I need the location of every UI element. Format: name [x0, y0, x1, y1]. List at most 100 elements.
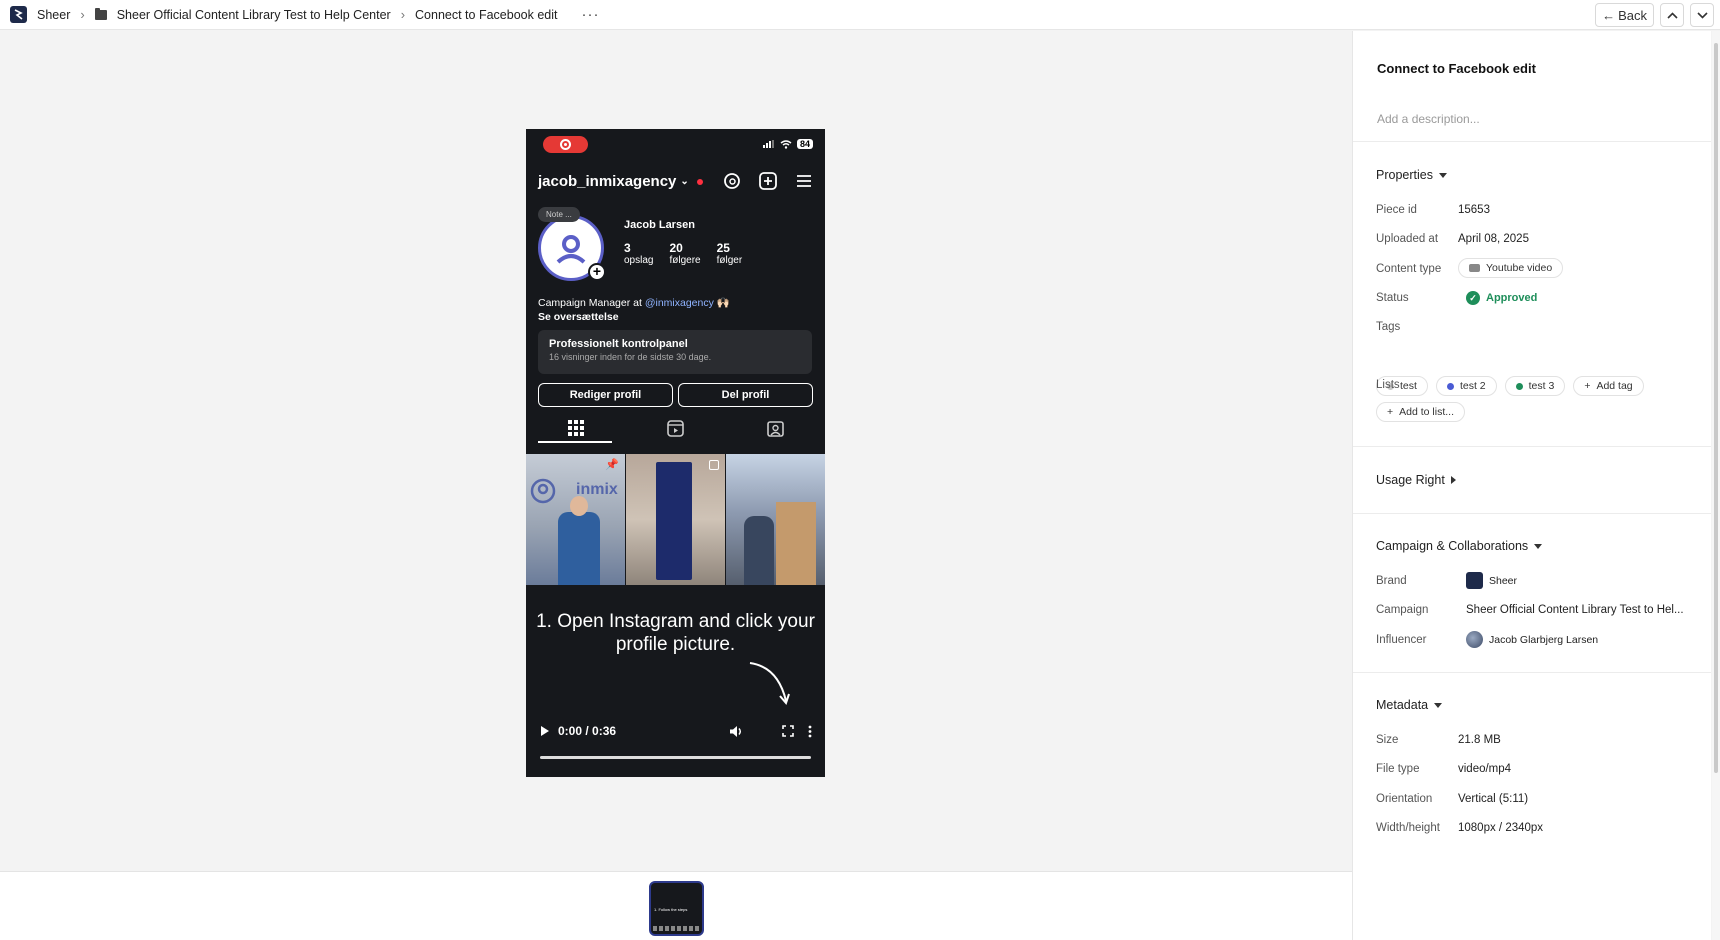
video-caption: 1. Open Instagram and click your profile…: [536, 611, 815, 655]
scrollbar-thumb[interactable]: [1714, 43, 1718, 773]
note-bubble: Note ...: [538, 207, 580, 222]
share-profile-button: Del profil: [678, 383, 813, 407]
uploaded-value: April 08, 2025: [1458, 233, 1529, 245]
prop-label: Tags: [1376, 321, 1401, 333]
content-type-chip[interactable]: Youtube video: [1458, 258, 1564, 278]
prop-label: Influencer: [1376, 634, 1427, 646]
video-time: 0:00 / 0:36: [558, 724, 617, 738]
video-controls: 0:00 / 0:36: [540, 721, 812, 741]
video-progress-bar[interactable]: [540, 756, 811, 759]
top-bar: Sheer › Sheer Official Content Library T…: [0, 0, 1720, 30]
back-label: Back: [1618, 7, 1647, 23]
tag-chip[interactable]: test 3: [1504, 376, 1566, 396]
size-value: 21.8 MB: [1458, 734, 1501, 746]
notification-dot: [696, 178, 703, 185]
ig-bio: Campaign Manager at @inmixagency 🙌🏻 Se o…: [538, 296, 730, 324]
tag-color-dot: [1446, 382, 1454, 390]
file-type-value: video/mp4: [1458, 763, 1512, 775]
avatar: [1466, 631, 1483, 648]
add-to-list-label: Add to list...: [1399, 406, 1454, 418]
ig-username: jacob_inmixagency ⌄: [538, 173, 703, 190]
previous-item-button[interactable]: [1660, 3, 1684, 27]
width-height-value: 1080px / 2340px: [1458, 822, 1544, 834]
person-figure: [558, 512, 600, 585]
pro-dashboard-box: Professionelt kontrolpanel 16 visninger …: [538, 330, 812, 374]
more-options-button[interactable]: ···: [581, 6, 599, 23]
ig-stats: 3 opslag 20 følgere 25 følger: [624, 241, 742, 266]
status-value[interactable]: ✓ Approved: [1466, 291, 1537, 305]
brand-value[interactable]: Sheer: [1466, 572, 1517, 589]
stat-label: følger: [716, 255, 743, 266]
section-heading: Properties: [1376, 168, 1433, 182]
threads-icon: [724, 173, 740, 189]
section-heading: Campaign & Collaborations: [1376, 539, 1529, 553]
campaign-value[interactable]: Sheer Official Content Library Test to H…: [1466, 604, 1684, 616]
pro-dashboard-subtitle: 16 visninger inden for de sidste 30 dage…: [549, 352, 712, 362]
create-post-icon: [759, 172, 777, 190]
plus-icon: +: [1584, 380, 1591, 392]
add-story-icon: +: [588, 263, 606, 281]
wifi-icon: [780, 139, 792, 149]
caret-down-icon: [1534, 543, 1543, 549]
arrow-left-icon: ←: [1602, 7, 1616, 23]
ig-tab-tagged: [725, 415, 825, 441]
thumbnail-strip: [653, 926, 701, 931]
ig-profile-buttons: Rediger profil Del profil: [538, 383, 813, 407]
ig-header-actions: [723, 172, 813, 190]
add-tag-button[interactable]: + Add tag: [1573, 376, 1644, 396]
pro-dashboard-title: Professionelt kontrolpanel: [549, 338, 688, 350]
prop-label: Campaign: [1376, 604, 1429, 616]
description-input[interactable]: Add a description...: [1377, 112, 1480, 126]
grid-icon: [567, 420, 584, 436]
play-icon[interactable]: [540, 725, 550, 737]
tag-chip[interactable]: test 2: [1435, 376, 1497, 396]
campaign-section-toggle[interactable]: Campaign & Collaborations: [1376, 539, 1543, 553]
piece-title[interactable]: Connect to Facebook edit: [1377, 61, 1536, 76]
add-to-list-wrapper: + Add to list...: [1376, 402, 1465, 422]
sheer-logo-icon[interactable]: [10, 6, 27, 23]
properties-section-toggle[interactable]: Properties: [1376, 168, 1447, 182]
content-type-value[interactable]: Youtube video: [1458, 258, 1564, 278]
check-circle-icon: ✓: [1466, 291, 1480, 305]
stat-value: 20: [669, 241, 683, 255]
plus-icon: +: [1387, 406, 1394, 418]
brand-logo-icon: [1466, 572, 1483, 589]
reels-icon: [667, 419, 684, 437]
content-type-text: Youtube video: [1486, 262, 1553, 274]
fullscreen-icon[interactable]: [782, 725, 794, 737]
prop-label: File type: [1376, 763, 1420, 775]
section-heading: Metadata: [1376, 698, 1429, 712]
metadata-section-toggle[interactable]: Metadata: [1376, 698, 1443, 712]
ig-username-text: jacob_inmixagency: [538, 173, 677, 190]
caret-down-icon: [1434, 702, 1443, 708]
bio-text: Campaign Manager at: [538, 297, 642, 309]
volume-icon[interactable]: [729, 725, 744, 738]
battery-level: 84: [796, 139, 813, 149]
video-thumbnail[interactable]: 1. Follow the steps: [649, 881, 704, 936]
video-player[interactable]: 84 jacob_inmixagency ⌄ + Note ... Jacob …: [526, 129, 825, 777]
breadcrumb-app[interactable]: Sheer: [37, 8, 70, 22]
add-to-list-button[interactable]: + Add to list...: [1376, 402, 1465, 422]
tags-list: test test 2 test 3 + Add tag: [1376, 376, 1644, 396]
more-vertical-icon[interactable]: [808, 725, 812, 738]
stat-label: følgere: [669, 255, 701, 266]
breadcrumb-current: Connect to Facebook edit: [415, 7, 558, 22]
prop-label: Status: [1376, 292, 1409, 304]
divider: [1353, 672, 1711, 673]
screen-record-indicator: [543, 136, 588, 153]
tag-color-dot: [1515, 382, 1523, 390]
person-figure: [744, 516, 774, 585]
ig-stat-posts: 3 opslag: [624, 241, 653, 266]
prop-label: Piece id: [1376, 204, 1417, 216]
usage-right-section-toggle[interactable]: Usage Right: [1376, 473, 1456, 487]
panel-scrollbar[interactable]: [1712, 31, 1720, 940]
breadcrumb-folder[interactable]: Sheer Official Content Library Test to H…: [117, 8, 391, 22]
influencer-value[interactable]: Jacob Glarbjerg Larsen: [1466, 631, 1598, 648]
ig-avatar: +: [538, 215, 608, 285]
stat-value: 25: [716, 241, 730, 255]
next-item-button[interactable]: [1690, 3, 1714, 27]
carousel-icon: [709, 460, 719, 470]
back-button[interactable]: ← Back: [1595, 3, 1654, 27]
inmix-logo-icon: [556, 235, 586, 264]
record-icon: [560, 139, 571, 150]
